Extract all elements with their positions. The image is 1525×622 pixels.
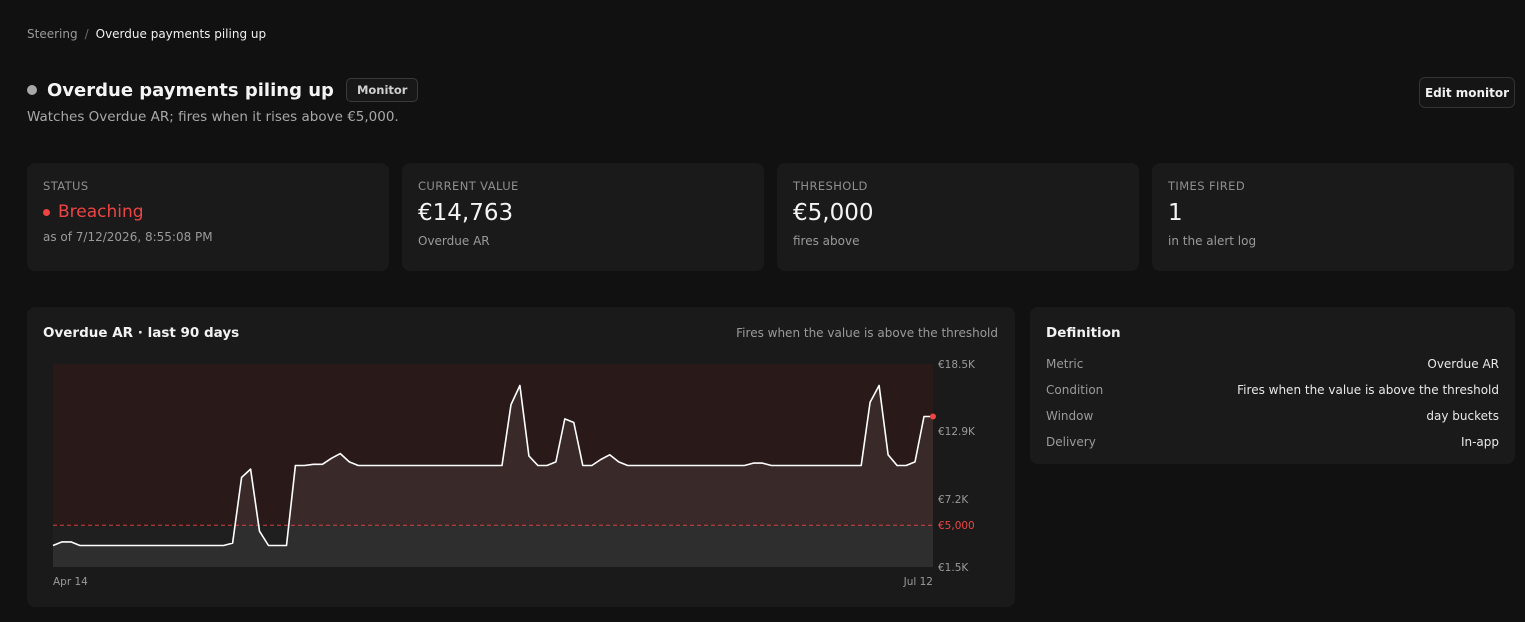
monitor-state-dot-icon: [27, 85, 37, 95]
breadcrumb-parent-link[interactable]: Steering: [27, 27, 78, 41]
breadcrumb-current: Overdue payments piling up: [95, 27, 267, 41]
overdue-ar-chart: €18.5K €12.9K €7.2K €1.5K €5,000 Apr 14 Jul 12: [52, 359, 976, 588]
definition-value: Fires when the value is above the thresh…: [1237, 383, 1499, 397]
definition-key: Condition: [1046, 383, 1104, 397]
threshold-label: THRESHOLD: [793, 179, 868, 193]
current-value-card: CURRENT VALUE €14,763 Overdue AR: [402, 163, 764, 271]
definition-row-condition: Condition Fires when the value is above …: [1046, 377, 1499, 403]
definition-title: Definition: [1046, 325, 1121, 341]
definition-value: day buckets: [1426, 409, 1499, 423]
times-fired-value: 1: [1168, 200, 1183, 226]
definition-value: Overdue AR: [1427, 357, 1499, 371]
threshold-value: €5,000: [793, 200, 874, 226]
x-tick-label: Apr 14: [53, 576, 88, 588]
definition-key: Window: [1046, 409, 1094, 423]
definition-value: In-app: [1460, 435, 1499, 449]
current-point-marker: [930, 413, 936, 420]
page-subtitle: Watches Overdue AR; fires when it rises …: [27, 109, 399, 125]
y-tick-label: €1.5K: [938, 562, 969, 574]
status-text: Breaching: [58, 202, 144, 222]
threshold-tick-label: €5,000: [938, 520, 975, 532]
times-fired-label: TIMES FIRED: [1168, 179, 1246, 193]
page-header: Overdue payments piling up Monitor: [27, 78, 419, 102]
edit-monitor-button[interactable]: Edit monitor: [1419, 77, 1515, 108]
threshold-sub: fires above: [793, 234, 860, 248]
breadcrumb-separator: /: [84, 27, 89, 41]
threshold-card: THRESHOLD €5,000 fires above: [777, 163, 1139, 271]
current-value: €14,763: [418, 200, 514, 226]
breadcrumb: Steering / Overdue payments piling up: [27, 27, 266, 41]
x-tick-label: Jul 12: [903, 576, 933, 588]
chart-card: Overdue AR · last 90 days Fires when the…: [27, 307, 1015, 607]
status-timestamp: as of 7/12/2026, 8:55:08 PM: [43, 230, 213, 244]
times-fired-sub: in the alert log: [1168, 234, 1257, 248]
y-tick-label: €12.9K: [938, 426, 976, 438]
breaching-dot-icon: [43, 208, 50, 216]
status-label: STATUS: [43, 179, 89, 193]
definition-card: Definition Metric Overdue AR Condition F…: [1030, 307, 1515, 464]
page-title: Overdue payments piling up: [47, 79, 334, 101]
status-card: STATUS Breaching as of 7/12/2026, 8:55:0…: [27, 163, 389, 271]
current-value-label: CURRENT VALUE: [418, 179, 519, 193]
definition-row-window: Window day buckets: [1046, 403, 1499, 429]
definition-key: Delivery: [1046, 435, 1096, 449]
definition-row-metric: Metric Overdue AR: [1046, 351, 1499, 377]
y-tick-label: €18.5K: [938, 359, 976, 371]
definition-key: Metric: [1046, 357, 1084, 371]
definition-row-delivery: Delivery In-app: [1046, 429, 1499, 455]
monitor-type-badge: Monitor: [345, 78, 419, 102]
current-value-sub: Overdue AR: [418, 234, 490, 248]
status-value: Breaching: [43, 202, 373, 222]
times-fired-card: TIMES FIRED 1 in the alert log: [1152, 163, 1514, 271]
y-tick-label: €7.2K: [938, 494, 969, 506]
